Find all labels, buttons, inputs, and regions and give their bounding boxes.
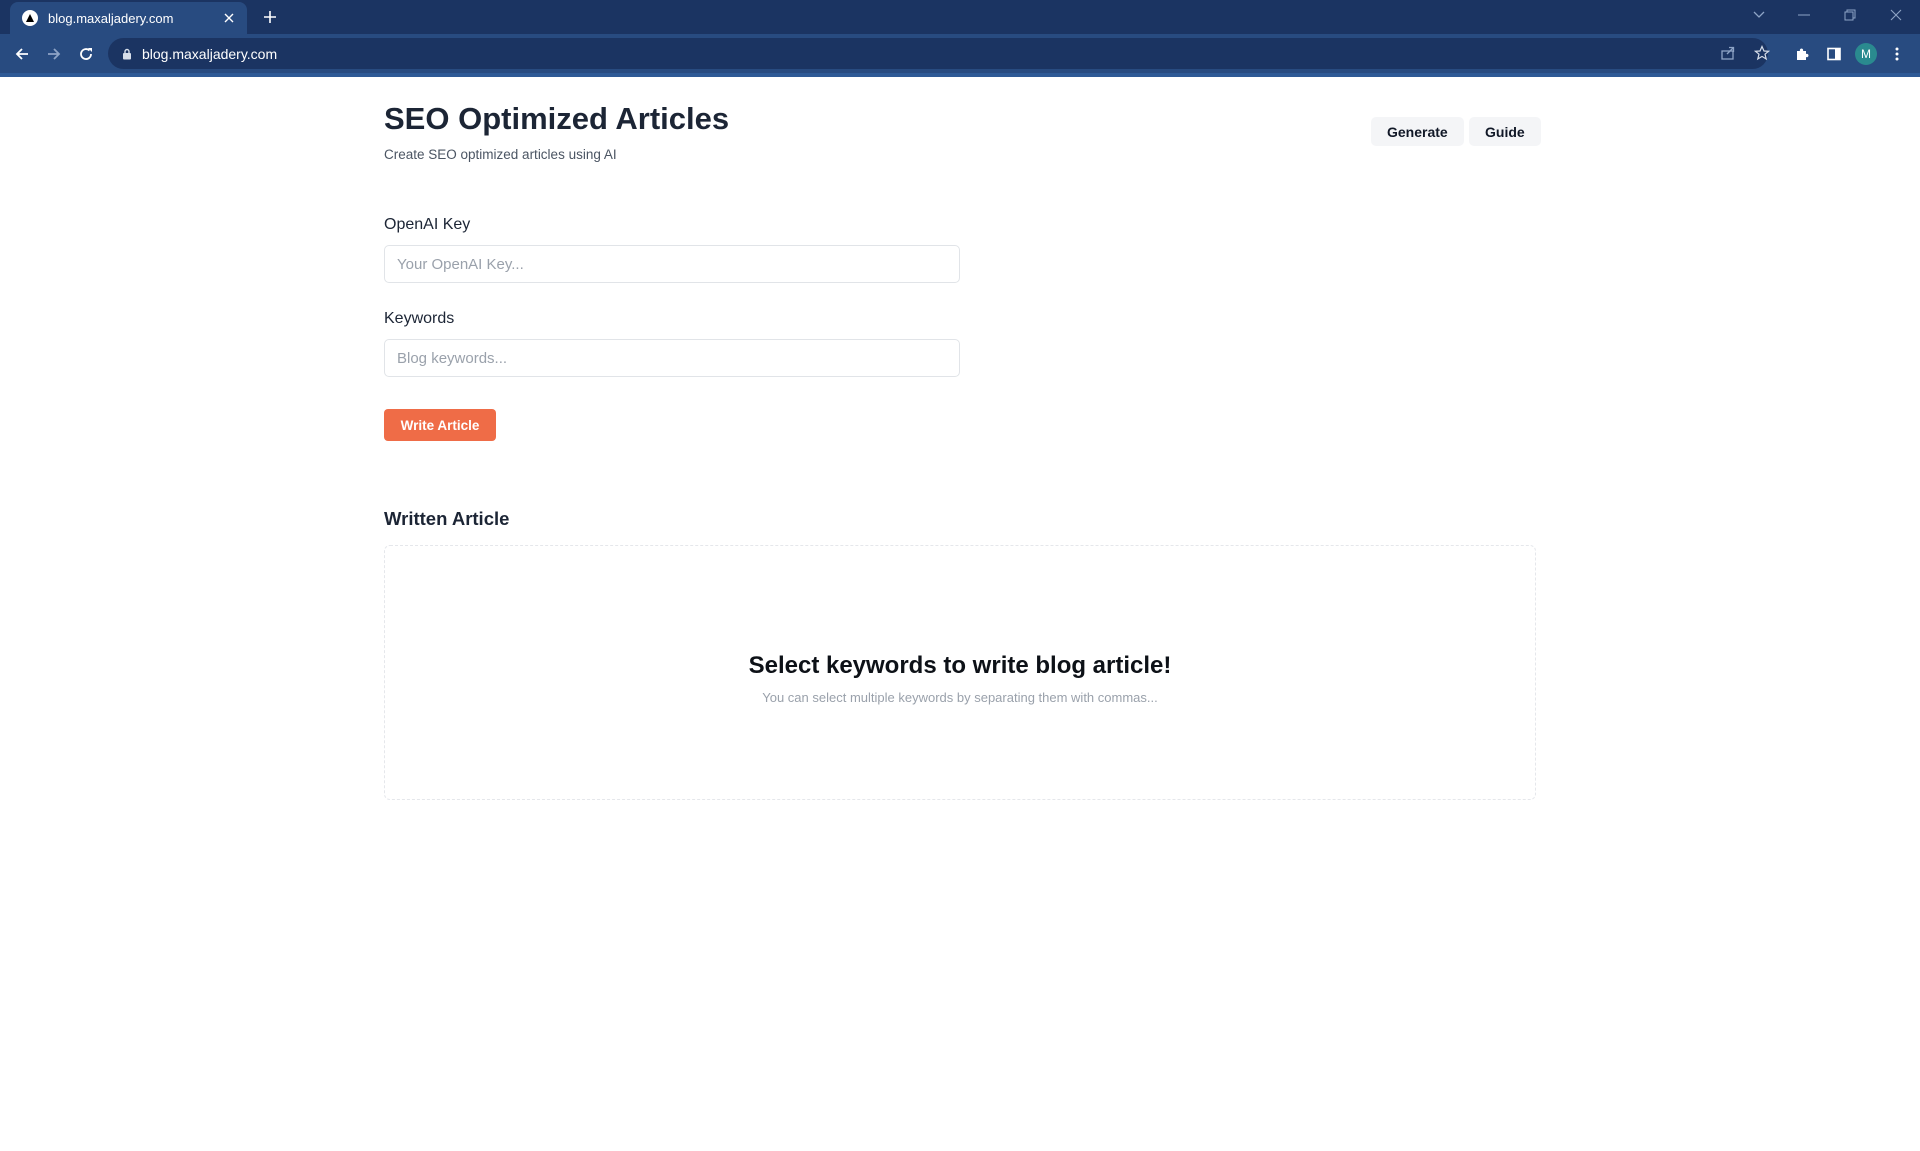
keywords-input[interactable] (384, 339, 960, 377)
page-title: SEO Optimized Articles (384, 101, 730, 136)
vercel-favicon-icon (22, 10, 38, 26)
empty-state-title: Select keywords to write blog article! (748, 652, 1172, 679)
avatar[interactable]: M (1855, 43, 1877, 65)
close-icon[interactable] (221, 10, 237, 26)
written-article-heading: Written Article (384, 508, 510, 529)
side-panel-icon[interactable] (1823, 43, 1845, 65)
kebab-menu-icon[interactable] (1886, 43, 1908, 65)
close-window-icon[interactable] (1873, 0, 1919, 30)
browser-tab-active[interactable]: blog.maxaljadery.com (10, 2, 247, 34)
back-arrow-icon[interactable] (8, 40, 36, 68)
tab-strip: blog.maxaljadery.com (0, 0, 1920, 34)
minimize-icon[interactable] (1781, 0, 1827, 30)
extensions-puzzle-icon[interactable] (1791, 43, 1813, 65)
lock-icon[interactable] (122, 48, 132, 60)
page-subtitle: Create SEO optimized articles using AI (384, 147, 617, 162)
star-icon[interactable] (1752, 43, 1772, 63)
nav-guide-link[interactable]: Guide (1469, 117, 1541, 146)
forward-arrow-icon[interactable] (40, 40, 68, 68)
keywords-label: Keywords (384, 310, 455, 327)
address-bar[interactable]: blog.maxaljadery.com (108, 38, 1768, 69)
empty-state-subtitle: You can select multiple keywords by sepa… (762, 690, 1158, 705)
chevron-down-icon[interactable] (1736, 0, 1782, 30)
write-article-button[interactable]: Write Article (384, 409, 496, 441)
reload-icon[interactable] (72, 40, 100, 68)
openai-key-input[interactable] (384, 245, 960, 283)
openai-key-label: OpenAI Key (384, 216, 471, 233)
plus-icon[interactable] (259, 6, 281, 28)
page-content: SEO Optimized Articles Create SEO optimi… (0, 77, 1920, 1151)
article-output-panel: Select keywords to write blog article! Y… (384, 545, 1536, 800)
share-icon[interactable] (1718, 43, 1738, 63)
nav-generate-link[interactable]: Generate (1371, 117, 1464, 146)
restore-icon[interactable] (1827, 0, 1873, 30)
tab-title: blog.maxaljadery.com (48, 10, 174, 26)
browser-toolbar: blog.maxaljadery.com M (0, 34, 1920, 73)
url-text: blog.maxaljadery.com (142, 45, 278, 62)
